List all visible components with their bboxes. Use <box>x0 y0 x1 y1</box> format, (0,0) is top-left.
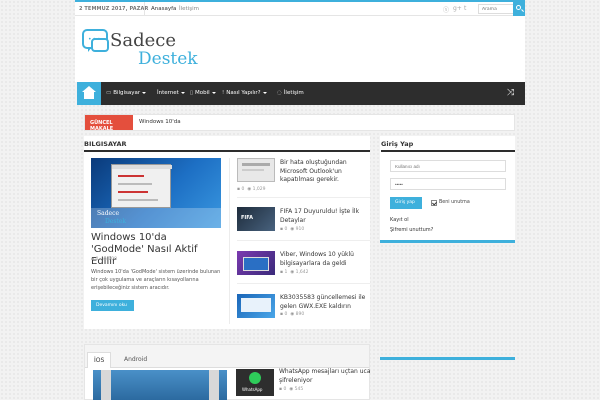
article-title[interactable]: WhatsApp mesajları uçtan uca şifreleniyo… <box>279 368 374 385</box>
article-meta: ▪ 0 ◉ 545 <box>279 387 304 392</box>
divider <box>237 283 370 284</box>
article-meta: ▪ 1 ◉ 1,642 <box>280 270 309 275</box>
article-meta: ▪ 0 ◉ 1,029 <box>237 187 266 192</box>
login-title: Giriş Yap <box>381 140 414 148</box>
login-button[interactable]: Giriş yap <box>390 197 422 209</box>
article-title[interactable]: FIFA 17 Duyuruldu! İşte İlk Detaylar <box>280 208 375 225</box>
divider <box>381 150 515 152</box>
article-thumbnail[interactable]: FIFA <box>237 207 275 231</box>
divider <box>229 158 230 324</box>
remember-label: Beni unutma <box>439 200 470 205</box>
home-icon <box>82 86 96 99</box>
twitter-icon[interactable]: t <box>464 5 466 12</box>
thumb-logo-text: Destek <box>105 218 127 225</box>
nav-item-nasil-yapilir[interactable]: ! Nasıl Yapılır? <box>222 90 267 96</box>
nav-item-internet[interactable]: İnternet <box>157 90 185 96</box>
divider <box>84 150 370 152</box>
nav-item-bilgisayar[interactable]: ▭ Bilgisayar <box>106 90 147 96</box>
remember-checkbox[interactable] <box>431 200 437 206</box>
logo-text-line1: Sadece <box>110 30 176 51</box>
chevron-down-icon <box>142 91 147 94</box>
exclamation-icon: ! <box>222 90 225 96</box>
shuffle-icon[interactable]: ⤨ <box>507 88 514 98</box>
whatsapp-logo-icon <box>249 372 261 384</box>
article-thumbnail[interactable] <box>237 294 275 318</box>
main-navigation: ▭ Bilgisayar İnternet ▯ Mobil ! Nasıl Yapıl… <box>77 82 525 105</box>
thumb-logo-text: Sadece <box>97 210 119 217</box>
current-date: 2 TEMMUZ 2017, PAZAR <box>79 6 149 12</box>
username-input[interactable] <box>390 160 506 172</box>
window-screenshot <box>111 164 172 208</box>
article-thumbnail[interactable] <box>237 158 275 182</box>
home-button[interactable] <box>77 82 101 105</box>
comment-count: ▪ 0 <box>91 257 99 262</box>
read-more-button[interactable]: Devamını oku <box>91 300 134 311</box>
chevron-down-icon <box>211 91 216 94</box>
view-count: ◉ 108 <box>103 257 117 262</box>
logo-text-line2: Destek <box>138 49 198 69</box>
phone-icon: ▯ <box>190 90 194 96</box>
accent-bar <box>380 240 515 243</box>
ticker-label: GÜNCEL MAKALE <box>85 115 133 132</box>
divider <box>144 2 145 16</box>
tab-android[interactable]: Android <box>118 352 153 368</box>
article-title[interactable]: KB3035583 güncellemesi ile gelen GWX.EXE… <box>280 294 375 311</box>
breaking-news-ticker: GÜNCEL MAKALE Windows 10'da <box>84 114 515 132</box>
ticker-link[interactable]: Windows 10'da <box>139 119 181 125</box>
top-nav-home[interactable]: Anasayfa <box>151 6 176 12</box>
divider <box>237 197 370 198</box>
site-header: ••• Sadece Destek <box>75 16 525 82</box>
chevron-down-icon <box>262 91 267 94</box>
search-icon <box>516 5 521 10</box>
article-meta: ▪ 0 ◉ 910 <box>280 227 305 232</box>
forgot-password-link[interactable]: Şifremi unuttum? <box>390 227 433 233</box>
article-thumbnail[interactable] <box>237 251 275 275</box>
chevron-down-icon <box>180 91 185 94</box>
search-button[interactable] <box>513 2 525 16</box>
chat-icon: ◌ <box>277 90 282 96</box>
chat-bubble-icon <box>91 38 109 52</box>
thumb-label: WhatsApp <box>242 387 263 392</box>
accent-bar <box>380 357 515 360</box>
nav-item-mobil[interactable]: ▯ Mobil <box>190 90 216 96</box>
fifa-logo-icon: FIFA <box>241 215 253 221</box>
password-input[interactable] <box>390 178 506 190</box>
nav-item-iletisim[interactable]: ◌ İletişim <box>277 90 304 96</box>
article-title[interactable]: Bir hata oluştuğundan Microsoft Outlook'… <box>280 159 375 185</box>
register-link[interactable]: Kayıt ol <box>390 217 409 223</box>
tab-ios[interactable]: İOS <box>87 352 112 368</box>
top-nav-contact[interactable]: İletişim <box>179 6 199 12</box>
featured-thumbnail[interactable]: Sadece Destek <box>91 158 221 228</box>
top-bar: 2 TEMMUZ 2017, PAZAR Anasayfa İletişim ⓢ… <box>75 0 525 16</box>
article-thumbnail[interactable]: WhatsApp <box>236 369 274 396</box>
google-plus-icon[interactable]: g+ <box>453 5 462 12</box>
article-meta: ▪ 0 ◉ 890 <box>280 312 305 317</box>
monitor-icon: ▭ <box>106 90 112 96</box>
article-title[interactable]: Viber, Windows 10 yüklü bilgisayarlara d… <box>280 251 375 268</box>
skype-icon[interactable]: ⓢ <box>443 5 449 14</box>
featured-thumbnail[interactable] <box>93 370 227 400</box>
featured-excerpt: Windows 10'da 'GodMode' sistem üzerinde … <box>91 269 221 291</box>
divider <box>237 240 370 241</box>
section-title: BILGISAYAR <box>84 140 127 148</box>
featured-article-title[interactable]: Windows 10'da 'GodMode' Nasıl Aktif Edil… <box>91 232 221 268</box>
